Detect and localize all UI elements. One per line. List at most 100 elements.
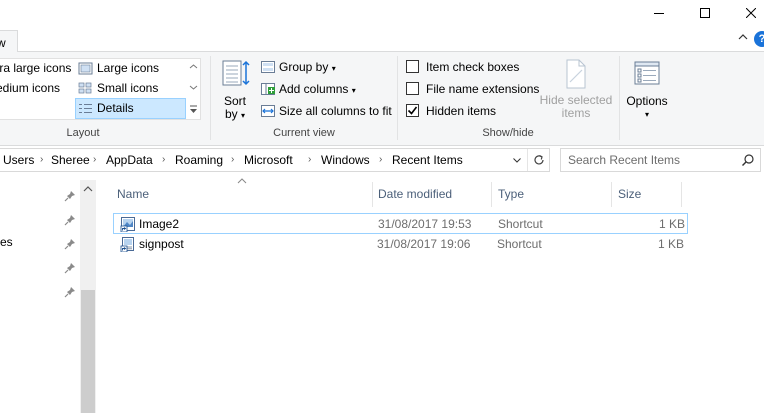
hide-selected-items-button[interactable]: Hide selected items bbox=[538, 58, 614, 122]
options-icon bbox=[634, 61, 660, 85]
address-bar[interactable]: Users › Sheree › AppData › Roaming › Mic… bbox=[0, 148, 550, 172]
column-name[interactable]: Name bbox=[110, 182, 372, 207]
breadcrumb-item[interactable]: Windows bbox=[321, 149, 370, 171]
add-columns-icon bbox=[261, 83, 275, 95]
search-input[interactable] bbox=[568, 152, 738, 168]
breadcrumb-item[interactable]: Microsoft bbox=[244, 149, 293, 171]
group-separator bbox=[210, 56, 211, 140]
options-button[interactable]: Options ▾ bbox=[623, 58, 671, 122]
pin-icon[interactable] bbox=[64, 286, 76, 298]
gallery-arrows-icon bbox=[189, 64, 198, 113]
layout-large-icons[interactable]: Large icons bbox=[76, 59, 184, 78]
hide-selected-label-2: items bbox=[561, 106, 591, 120]
layout-group-label: Layout bbox=[66, 127, 100, 139]
breadcrumb-separator-icon[interactable]: › bbox=[379, 149, 382, 171]
chevron-down-icon bbox=[513, 157, 521, 163]
layout-item-label: Large icons bbox=[97, 61, 160, 75]
file-type: Shortcut bbox=[497, 237, 542, 251]
pin-icon[interactable] bbox=[64, 190, 76, 202]
checkmark-icon bbox=[407, 106, 418, 115]
layout-item-label: Small icons bbox=[97, 81, 159, 95]
layout-medium-icons[interactable]: edium icons bbox=[0, 79, 76, 98]
breadcrumb-item[interactable]: Sheree bbox=[51, 149, 90, 171]
column-type[interactable]: Type bbox=[491, 182, 611, 207]
size-columns-icon bbox=[261, 105, 275, 117]
nav-scrollbar[interactable] bbox=[80, 180, 96, 413]
layout-gallery: tra large icons Large icons edium icons … bbox=[0, 58, 201, 120]
scroll-up-icon[interactable] bbox=[83, 186, 93, 192]
nav-scrollbar-thumb[interactable] bbox=[81, 290, 95, 413]
layout-list[interactable]: t bbox=[0, 99, 76, 118]
file-name-extensions-checkbox[interactable] bbox=[406, 82, 419, 95]
breadcrumb-separator-icon[interactable]: › bbox=[40, 149, 43, 171]
group-by-icon bbox=[261, 61, 275, 73]
file-date-modified: 31/08/2017 19:53 bbox=[378, 217, 472, 231]
minimize-button[interactable] bbox=[636, 0, 682, 26]
minimize-icon bbox=[654, 13, 664, 14]
tab-view[interactable]: w bbox=[0, 30, 18, 53]
file-size: 1 KB bbox=[658, 217, 685, 231]
group-separator bbox=[397, 56, 398, 140]
layout-details[interactable]: Details bbox=[75, 98, 186, 119]
add-columns-label: Add columns ▾ bbox=[279, 82, 356, 96]
large-icons-icon bbox=[78, 62, 93, 75]
hidden-items-checkbox[interactable] bbox=[406, 104, 419, 117]
small-icons-icon bbox=[78, 82, 92, 94]
title-bar bbox=[0, 0, 764, 26]
column-size[interactable]: Size bbox=[611, 182, 681, 207]
group-separator bbox=[619, 56, 620, 140]
file-type: Shortcut bbox=[498, 217, 543, 231]
layout-extra-large-icons[interactable]: tra large icons bbox=[0, 59, 76, 78]
layout-small-icons[interactable]: Small icons bbox=[76, 79, 184, 98]
close-button[interactable] bbox=[728, 0, 764, 26]
breadcrumb-item[interactable]: Users bbox=[3, 149, 34, 171]
breadcrumb-separator-icon[interactable]: › bbox=[231, 149, 234, 171]
document-shortcut-icon bbox=[120, 237, 134, 252]
current-view-group-label: Current view bbox=[273, 127, 335, 139]
file-name-extensions-label: File name extensions bbox=[426, 82, 540, 96]
nav-item-label[interactable]: es bbox=[0, 235, 13, 249]
refresh-button[interactable] bbox=[527, 149, 549, 171]
column-date-modified[interactable]: Date modified bbox=[371, 182, 491, 207]
file-date-modified: 31/08/2017 19:06 bbox=[377, 237, 471, 251]
item-check-boxes-checkbox[interactable] bbox=[406, 60, 419, 73]
item-check-boxes-label: Item check boxes bbox=[426, 60, 520, 74]
maximize-icon bbox=[700, 8, 710, 18]
pin-icon[interactable] bbox=[64, 262, 76, 274]
file-row-image2[interactable]: Image2 31/08/2017 19:53 Shortcut 1 KB bbox=[113, 213, 688, 234]
layout-item-label: Details bbox=[97, 101, 134, 115]
sort-label-2: by ▾ bbox=[224, 107, 246, 121]
breadcrumb-separator-icon[interactable]: › bbox=[308, 149, 311, 171]
close-icon bbox=[746, 8, 756, 18]
file-row-signpost[interactable]: signpost 31/08/2017 19:06 Shortcut 1 KB bbox=[114, 234, 689, 255]
breadcrumb-separator-icon[interactable]: › bbox=[93, 149, 96, 171]
details-icon bbox=[79, 104, 92, 113]
help-icon[interactable]: ? bbox=[754, 31, 764, 47]
search-icon[interactable] bbox=[741, 153, 755, 167]
breadcrumb-item[interactable]: Recent Items bbox=[392, 149, 463, 171]
layout-gallery-scroll[interactable] bbox=[186, 59, 201, 119]
file-name: signpost bbox=[139, 237, 184, 251]
pin-icon[interactable] bbox=[64, 214, 76, 226]
breadcrumb-item[interactable]: AppData bbox=[106, 149, 153, 171]
maximize-button[interactable] bbox=[682, 0, 728, 26]
ribbon: tra large icons Large icons edium icons … bbox=[0, 52, 764, 146]
hide-selected-icon bbox=[566, 59, 586, 89]
group-by-label: Group by ▾ bbox=[279, 60, 336, 74]
collapse-ribbon-icon[interactable] bbox=[738, 33, 748, 41]
sort-by-button[interactable]: Sort by ▾ bbox=[218, 58, 252, 122]
options-dropdown-arrow: ▾ bbox=[644, 110, 649, 119]
sort-by-icon bbox=[222, 60, 250, 86]
show-hide-group-label: Show/hide bbox=[482, 127, 534, 139]
image-shortcut-icon bbox=[120, 217, 135, 232]
address-history-button[interactable] bbox=[507, 149, 527, 171]
breadcrumb-item[interactable]: Roaming bbox=[175, 149, 223, 171]
file-name: Image2 bbox=[139, 217, 180, 231]
breadcrumb-separator-icon[interactable]: › bbox=[162, 149, 165, 171]
pin-icon[interactable] bbox=[64, 238, 76, 250]
search-box bbox=[560, 148, 761, 172]
refresh-icon bbox=[533, 154, 544, 165]
column-divider[interactable] bbox=[681, 182, 682, 207]
hidden-items-label: Hidden items bbox=[426, 104, 497, 118]
tab-view-label: w bbox=[0, 36, 6, 50]
